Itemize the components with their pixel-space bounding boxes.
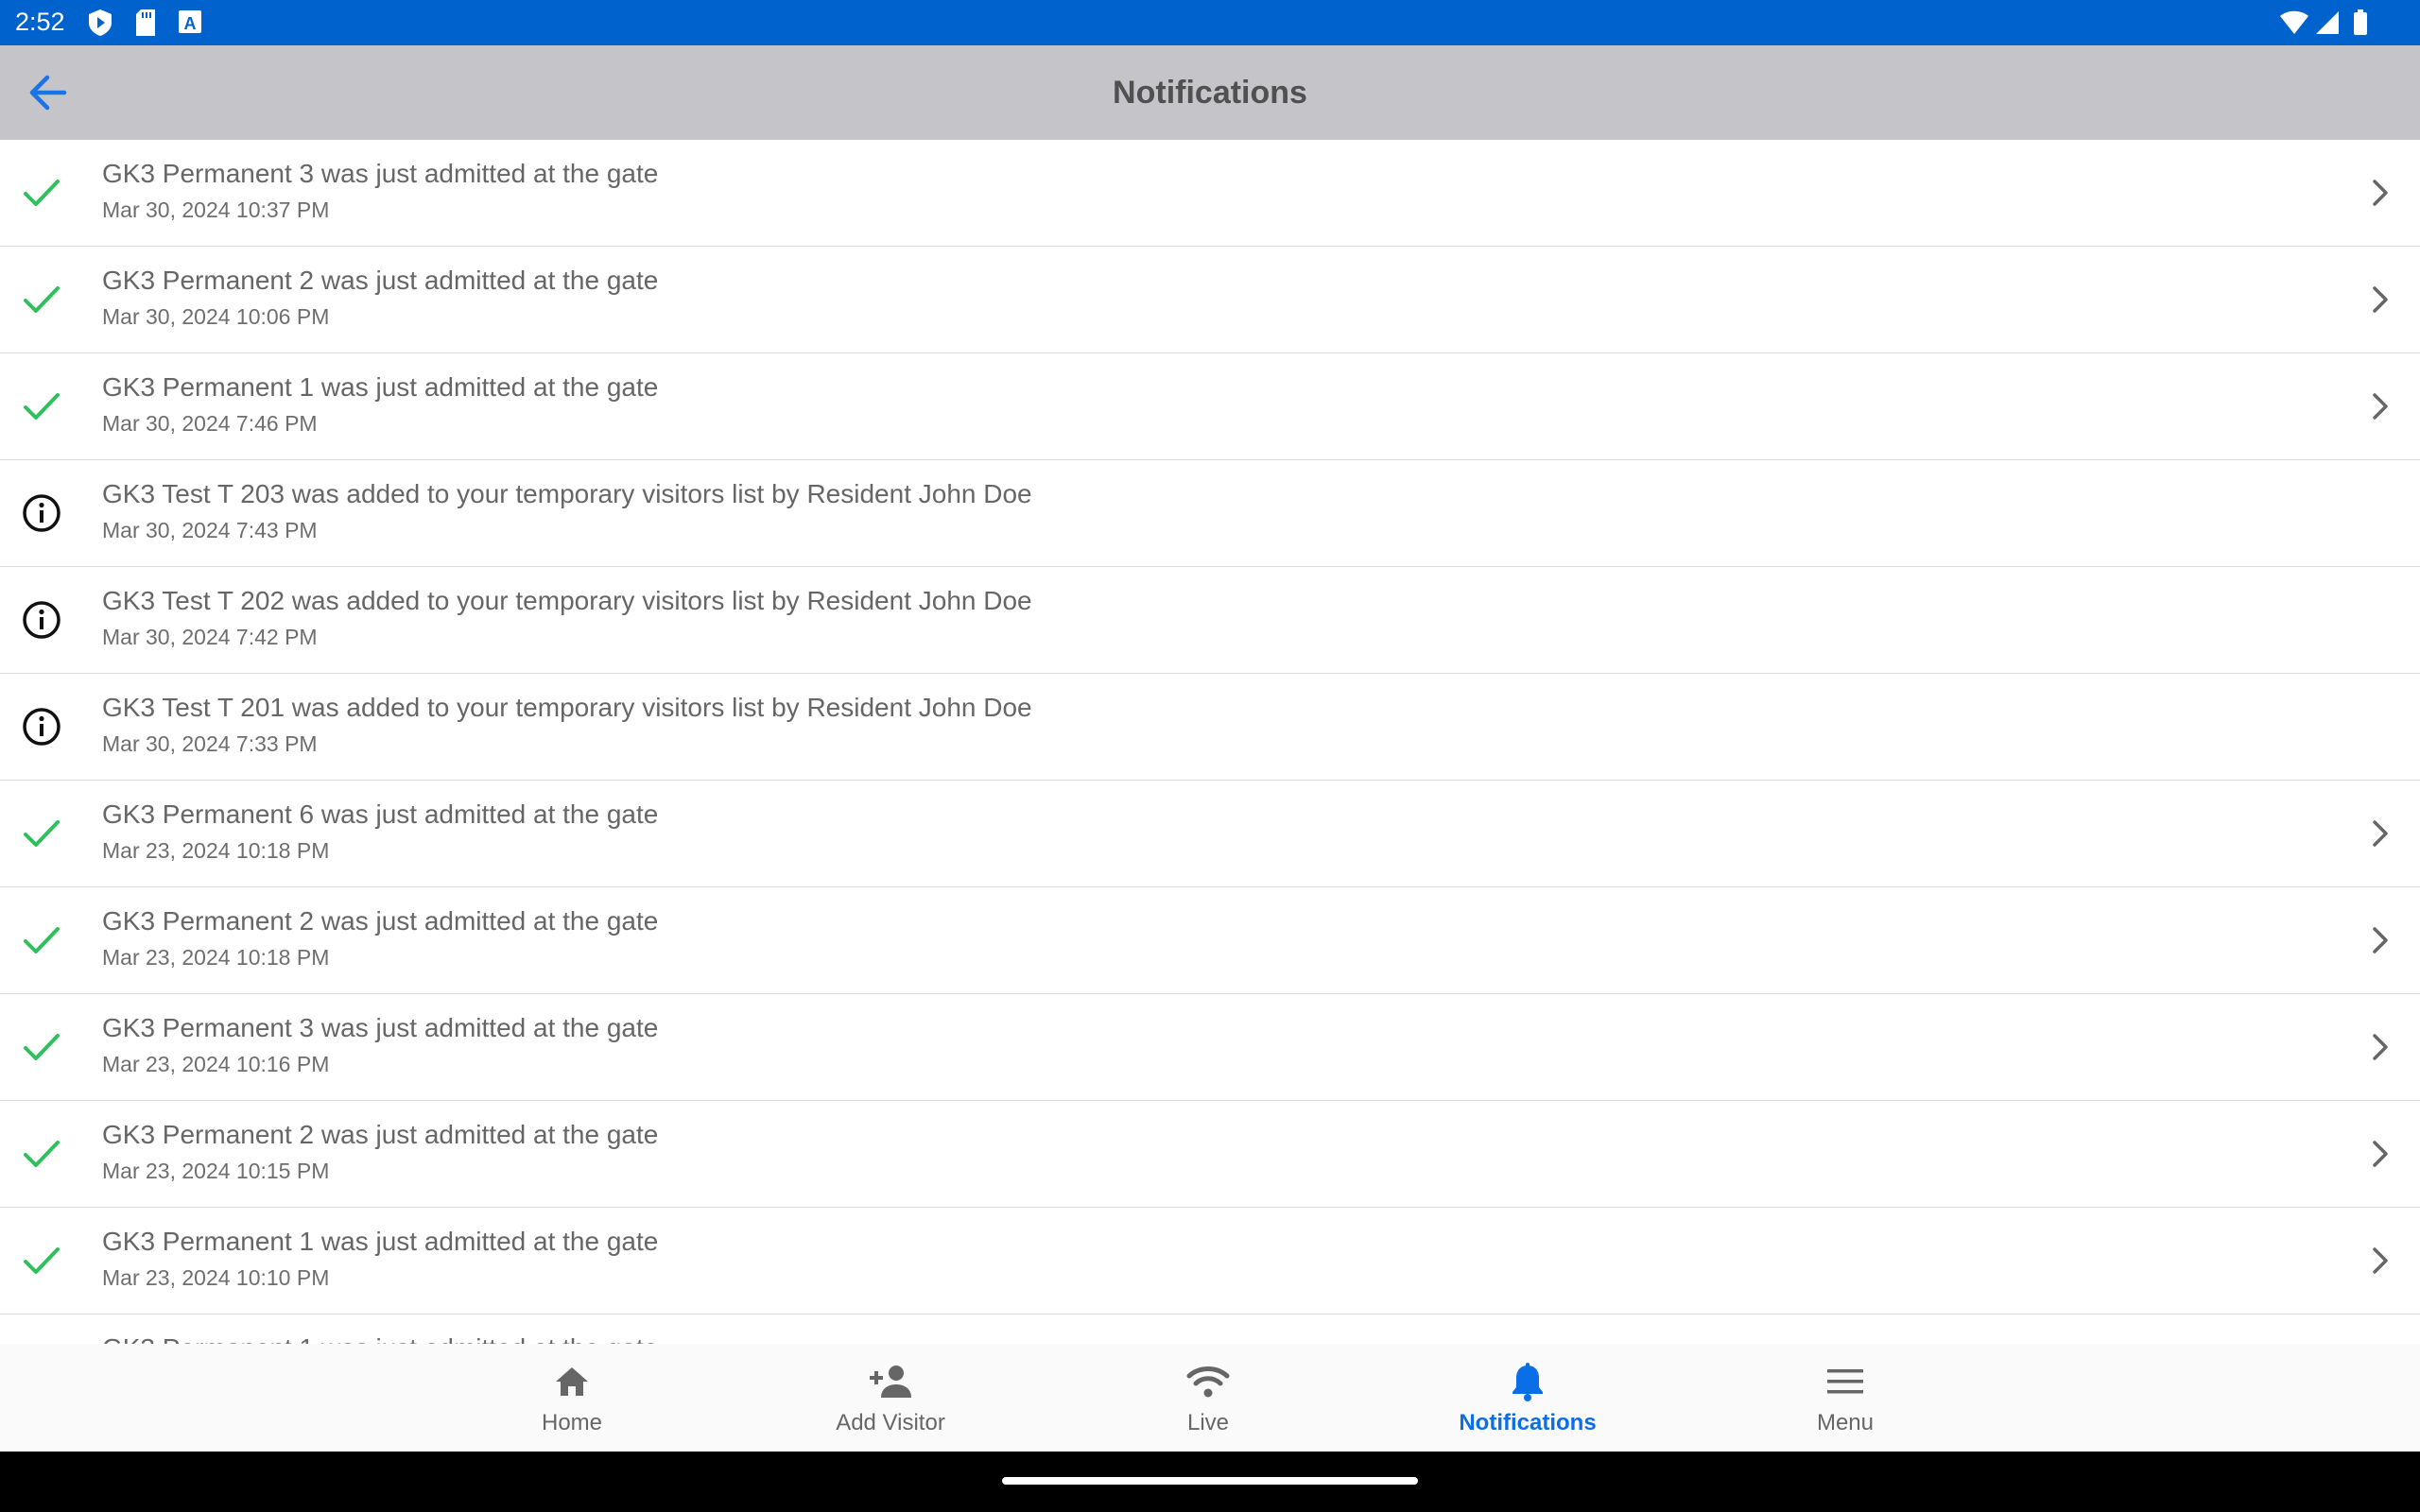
notification-item[interactable]: GK3 Test T 202 was added to your tempora… [0, 567, 2420, 675]
notification-item[interactable]: GK3 Test T 203 was added to your tempora… [0, 460, 2420, 568]
info-icon [19, 597, 64, 643]
check-icon [19, 384, 64, 429]
system-navigation-bar [0, 1452, 2420, 1512]
bell-icon [1424, 1361, 1632, 1402]
wifi-signal-icon [2280, 10, 2308, 34]
notification-message: GK3 Test T 203 was added to your tempora… [102, 479, 1032, 508]
notification-timestamp: Mar 30, 2024 7:46 PM [102, 411, 318, 436]
menu-icon [1741, 1361, 1949, 1402]
status-bar: 2:52 A [0, 0, 2420, 45]
nav-label: Menu [1816, 1410, 1875, 1435]
notifications-list[interactable]: GK3 Permanent 3 was just admitted at the… [0, 140, 2420, 1344]
chevron-right-icon[interactable] [2365, 283, 2395, 317]
chevron-right-icon[interactable] [2365, 1244, 2395, 1278]
info-icon [19, 490, 64, 536]
notification-message: GK3 Permanent 1 was just admitted at the… [102, 372, 659, 402]
notification-timestamp: Mar 23, 2024 10:18 PM [102, 945, 330, 970]
notification-item[interactable]: GK3 Test T 201 was added to your tempora… [0, 674, 2420, 782]
notification-item[interactable]: GK3 Permanent 3 was just admitted at the… [0, 140, 2420, 248]
chevron-right-icon[interactable] [2365, 176, 2395, 210]
nav-label: Notifications [1459, 1410, 1597, 1435]
notification-message: GK3 Permanent 2 was just admitted at the… [102, 266, 659, 295]
home-gesture-handle[interactable] [1002, 1477, 1418, 1485]
notification-message: GK3 Permanent 3 was just admitted at the… [102, 159, 659, 188]
play-protect-icon [87, 9, 113, 42]
notification-message: GK3 Permanent 1 was just admitted at the… [102, 1333, 658, 1344]
notification-timestamp: Mar 23, 2024 10:10 PM [102, 1265, 330, 1290]
notification-timestamp: Mar 30, 2024 10:37 PM [102, 198, 330, 222]
notification-item[interactable]: GK3 Permanent 2 was just admitted at the… [0, 1101, 2420, 1209]
sd-card-icon [134, 9, 157, 42]
check-icon [19, 170, 64, 215]
nav-label: Live [1186, 1410, 1230, 1435]
font-a-icon: A [178, 9, 202, 40]
check-icon [19, 918, 64, 963]
battery-icon [2354, 9, 2367, 35]
notification-timestamp: Mar 30, 2024 7:42 PM [102, 625, 318, 649]
svg-text:A: A [184, 14, 197, 33]
status-right-icons [2278, 9, 2382, 42]
nav-item-add-visitor[interactable]: Add Visitor [786, 1344, 994, 1452]
info-icon [19, 704, 64, 749]
check-icon [19, 811, 64, 856]
notification-message: GK3 Test T 201 was added to your tempora… [102, 693, 1032, 722]
wifi-icon [1104, 1361, 1312, 1402]
notification-timestamp: Mar 30, 2024 7:43 PM [102, 518, 318, 542]
notification-timestamp: Mar 23, 2024 10:18 PM [102, 838, 330, 863]
nav-item-home[interactable]: Home [468, 1344, 676, 1452]
bottom-navigation: Home Add Visitor Live Notifications Menu [0, 1344, 2420, 1452]
page-title: Notifications [1113, 75, 1307, 111]
check-icon [19, 1131, 64, 1177]
chevron-right-icon[interactable] [2365, 923, 2395, 957]
add-person-icon [786, 1361, 994, 1402]
notification-message: GK3 Test T 202 was added to your tempora… [102, 586, 1032, 615]
nav-item-menu[interactable]: Menu [1741, 1344, 1949, 1452]
notification-item[interactable]: GK3 Permanent 1 was just admitted at the… [0, 1314, 2420, 1344]
chevron-right-icon[interactable] [2365, 1137, 2395, 1171]
notification-timestamp: Mar 23, 2024 10:15 PM [102, 1159, 330, 1183]
notification-item[interactable]: GK3 Permanent 2 was just admitted at the… [0, 887, 2420, 995]
check-icon [19, 277, 64, 322]
chevron-right-icon[interactable] [2365, 816, 2395, 850]
nav-item-notifications[interactable]: Notifications [1424, 1344, 1632, 1452]
notification-item[interactable]: GK3 Permanent 1 was just admitted at the… [0, 353, 2420, 461]
notification-item[interactable]: GK3 Permanent 1 was just admitted at the… [0, 1208, 2420, 1315]
status-time: 2:52 [15, 8, 65, 36]
notification-message: GK3 Permanent 3 was just admitted at the… [102, 1013, 659, 1042]
notification-item[interactable]: GK3 Permanent 2 was just admitted at the… [0, 247, 2420, 354]
notification-item[interactable]: GK3 Permanent 6 was just admitted at the… [0, 781, 2420, 888]
notification-timestamp: Mar 30, 2024 7:33 PM [102, 731, 318, 756]
notification-message: GK3 Permanent 2 was just admitted at the… [102, 906, 659, 936]
notification-item[interactable]: GK3 Permanent 3 was just admitted at the… [0, 994, 2420, 1102]
notification-timestamp: Mar 30, 2024 10:06 PM [102, 304, 330, 329]
chevron-right-icon[interactable] [2365, 389, 2395, 423]
nav-label: Add Visitor [836, 1410, 945, 1435]
chevron-right-icon[interactable] [2365, 1030, 2395, 1064]
notification-message: GK3 Permanent 6 was just admitted at the… [102, 799, 659, 829]
notification-message: GK3 Permanent 2 was just admitted at the… [102, 1120, 659, 1149]
nav-item-live[interactable]: Live [1104, 1344, 1312, 1452]
notification-message: GK3 Permanent 1 was just admitted at the… [102, 1227, 659, 1256]
app-bar: Notifications [0, 45, 2420, 140]
nav-label: Home [541, 1410, 603, 1435]
notification-timestamp: Mar 23, 2024 10:16 PM [102, 1052, 330, 1076]
check-icon [19, 1024, 64, 1070]
check-icon [19, 1238, 64, 1283]
cell-signal-icon [2316, 11, 2339, 34]
home-icon [468, 1361, 676, 1402]
